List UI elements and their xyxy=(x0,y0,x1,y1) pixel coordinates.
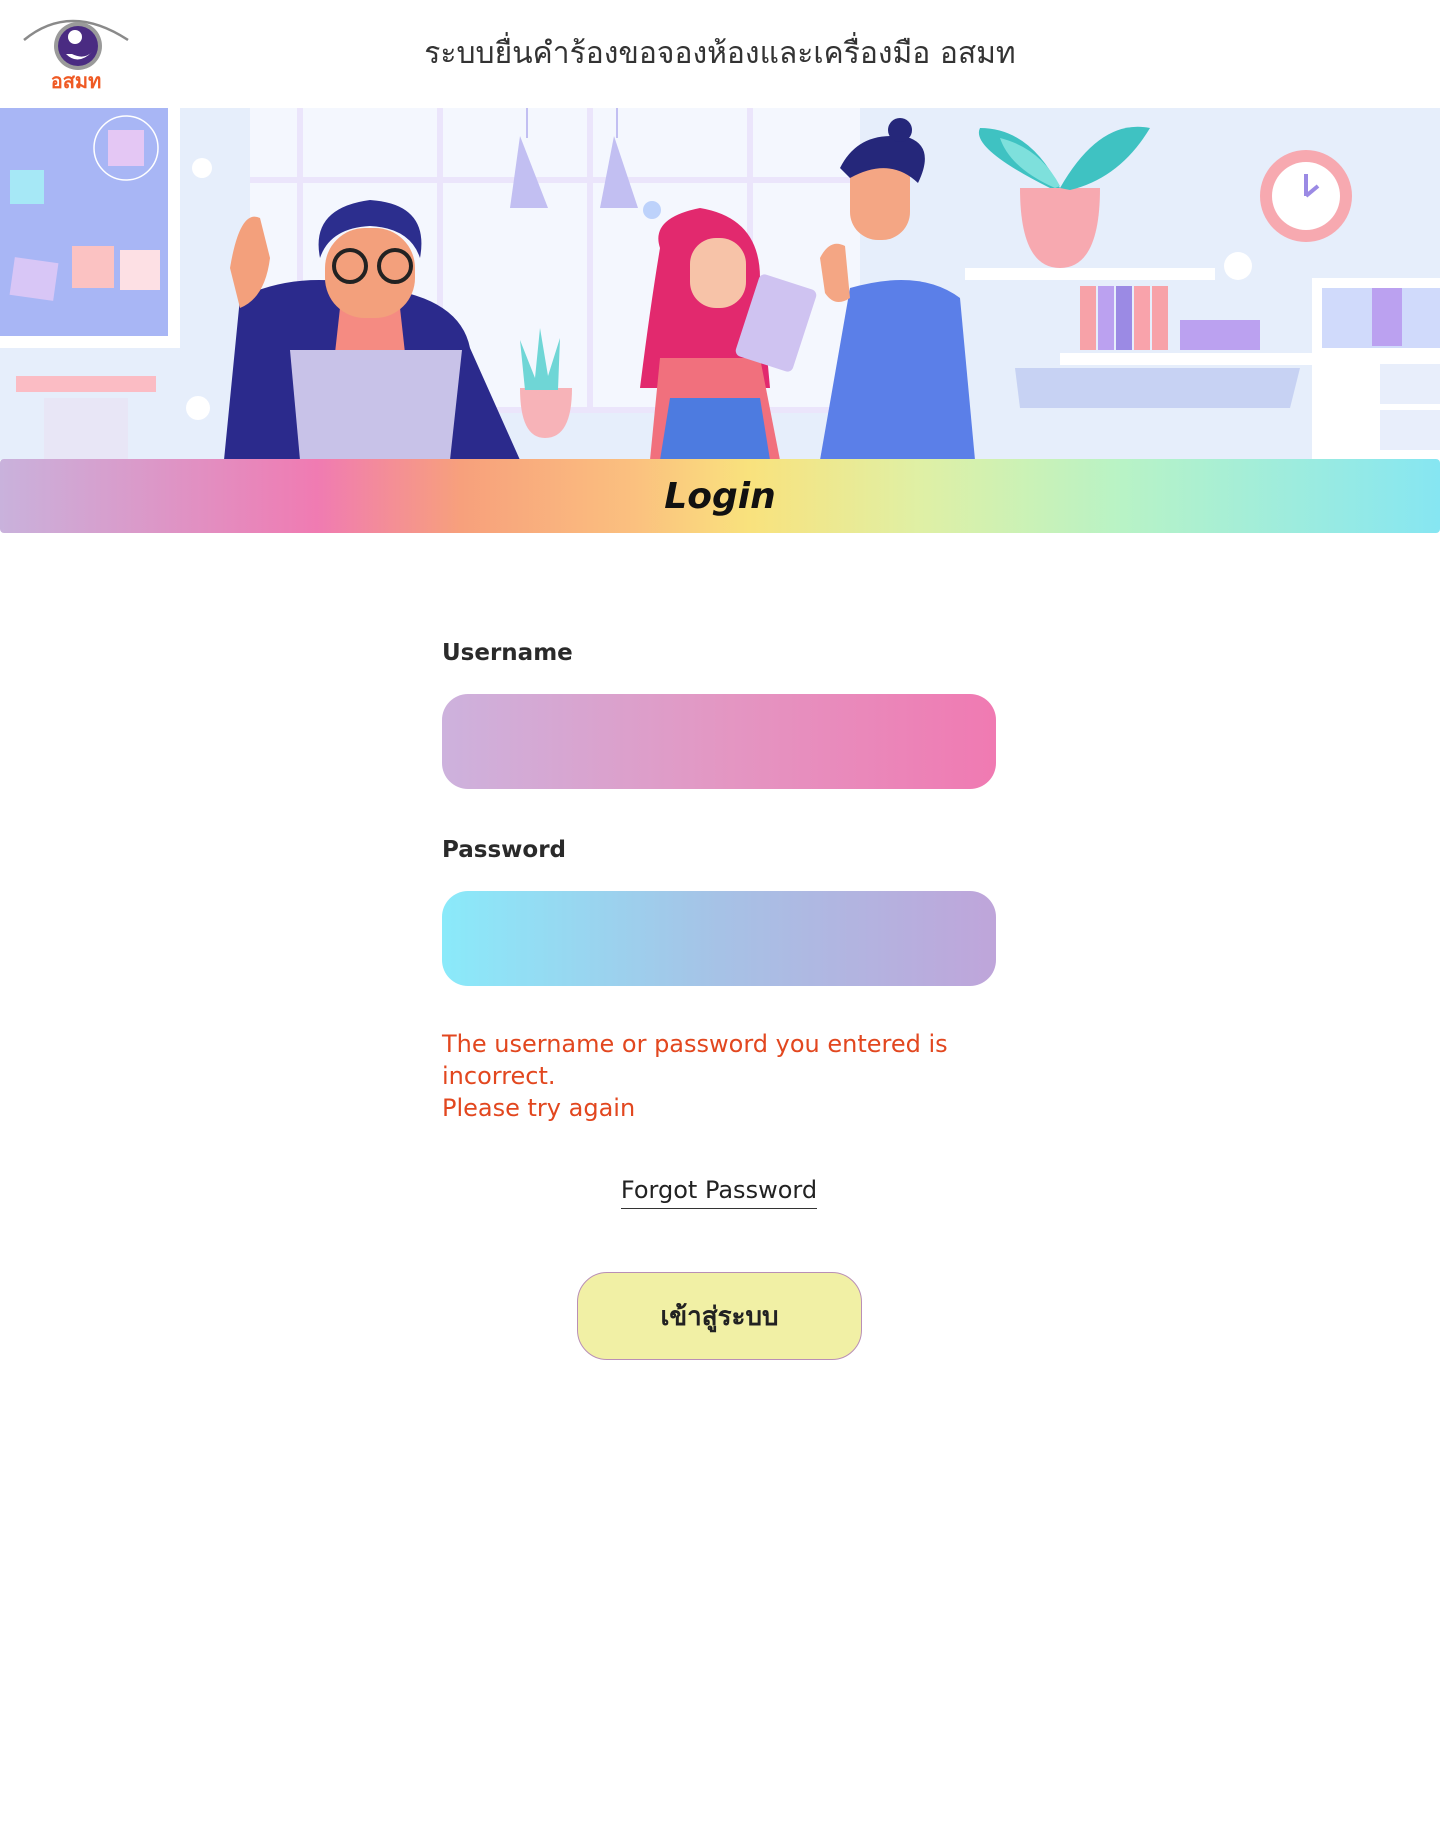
hero-illustration xyxy=(0,108,1440,460)
username-label: Username xyxy=(442,640,573,666)
login-banner: Login xyxy=(0,459,1440,533)
header: อสมท ระบบยื่นคำร้องขอจองห้องและเครื่องมื… xyxy=(0,0,1440,108)
app-title: ระบบยื่นคำร้องขอจองห้องและเครื่องมือ อสม… xyxy=(424,36,1016,71)
login-title: Login xyxy=(664,475,776,517)
password-label: Password xyxy=(442,837,566,863)
password-input[interactable] xyxy=(442,891,996,986)
forgot-password-link[interactable]: Forgot Password xyxy=(620,1176,818,1209)
error-line-1: The username or password you entered is … xyxy=(442,1030,948,1090)
username-input[interactable] xyxy=(442,694,996,789)
error-line-2: Please try again xyxy=(442,1094,636,1122)
login-form: Username Password The username or passwo… xyxy=(442,640,1042,1209)
forgot-password-wrap: Forgot Password xyxy=(442,1176,996,1209)
login-submit-button[interactable]: เข้าสู่ระบบ xyxy=(577,1272,862,1360)
error-message: The username or password you entered is … xyxy=(442,1028,1042,1124)
